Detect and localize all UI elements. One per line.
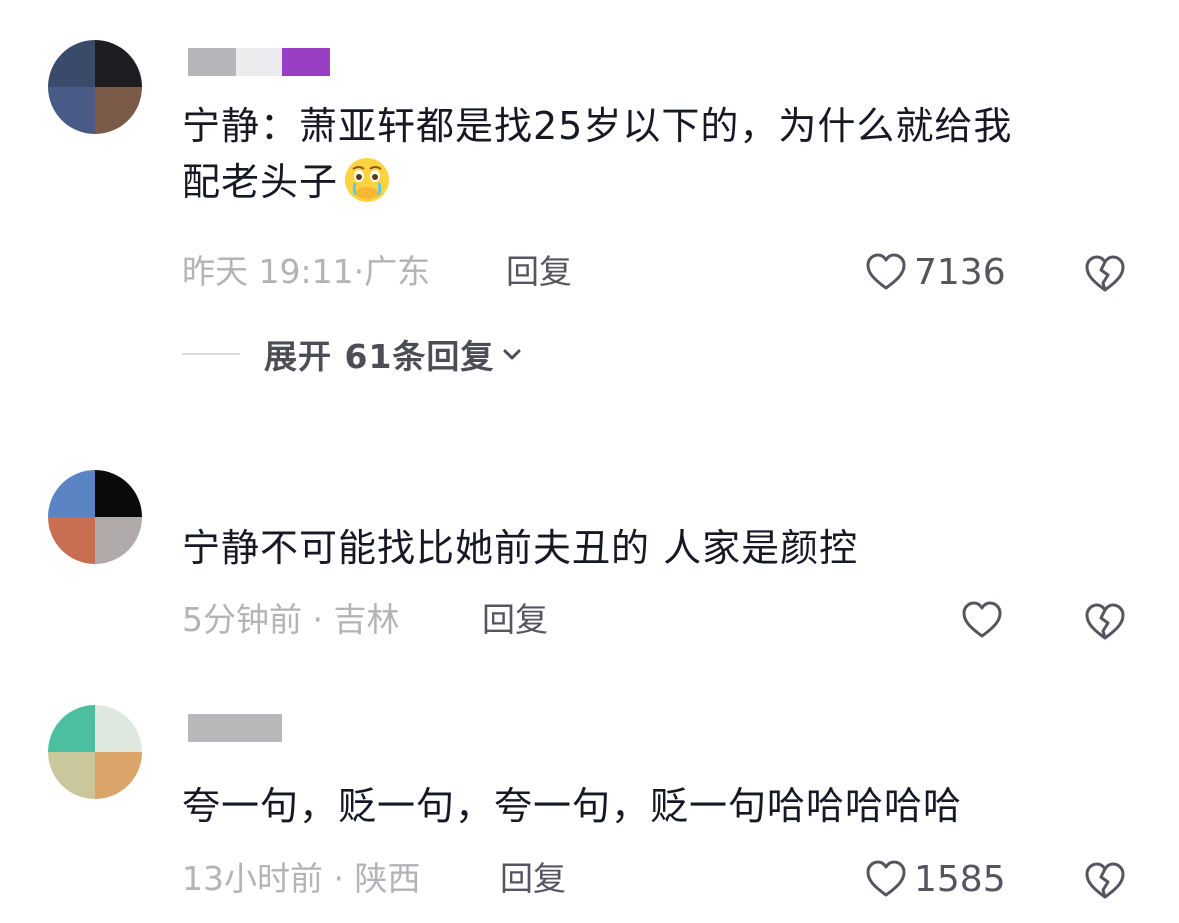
comment-time: 5分钟前 (182, 600, 302, 639)
meta-separator: · (323, 859, 355, 898)
meta-separator: · (353, 252, 365, 291)
like-button[interactable]: 7136 (864, 248, 1006, 296)
comment-location: 陕西 (354, 859, 421, 898)
expand-replies-button[interactable]: 展开 61条回复 (182, 332, 524, 376)
comment-text: 夸一句，贬一句，夸一句，贬一句哈哈哈哈哈 (182, 784, 963, 828)
username-redacted[interactable] (188, 48, 330, 76)
avatar[interactable] (48, 40, 142, 134)
like-button[interactable]: 1585 (864, 855, 1006, 903)
comment-text-line: 配老头子 (182, 154, 1012, 210)
comment-time: 昨天 19:11 (182, 252, 354, 291)
comment-text-line: 宁静：萧亚轩都是找25岁以下的，为什么就给我 (182, 104, 1013, 148)
avatar[interactable] (48, 705, 142, 799)
heart-icon (866, 860, 906, 897)
comment-location: 广东 (364, 252, 431, 291)
avatar[interactable] (48, 470, 142, 564)
divider (182, 353, 240, 355)
comment-time: 13小时前 (182, 859, 323, 898)
like-count: 7136 (914, 251, 1006, 293)
crying-with-hand-over-mouth-emoji (345, 158, 390, 202)
reply-button[interactable]: 回复 (482, 596, 548, 644)
like-button[interactable] (960, 596, 1004, 644)
broken-heart-icon[interactable] (1082, 857, 1128, 903)
username-redacted[interactable] (188, 714, 282, 742)
comment-location: 吉林 (333, 600, 400, 639)
chevron-down-icon (503, 349, 521, 360)
expand-replies-label: 展开 61条回复 (264, 337, 495, 376)
comment-meta: 昨天 19:11·广东 (182, 248, 430, 296)
meta-separator: · (302, 600, 334, 639)
comment-text: 宁静不可能找比她前夫丑的 人家是颜控 (182, 526, 859, 570)
comment-meta: 13小时前 · 陕西 (182, 855, 420, 903)
reply-button[interactable]: 回复 (500, 855, 566, 903)
comment-meta: 5分钟前 · 吉林 (182, 596, 399, 644)
like-count: 1585 (914, 858, 1006, 900)
comment-text: 宁静：萧亚轩都是找25岁以下的，为什么就给我 配老头子 (182, 98, 1012, 210)
broken-heart-icon[interactable] (1082, 598, 1128, 644)
reply-button[interactable]: 回复 (506, 248, 572, 296)
broken-heart-icon[interactable] (1082, 250, 1128, 296)
heart-icon (962, 601, 1002, 638)
heart-icon (866, 253, 906, 290)
